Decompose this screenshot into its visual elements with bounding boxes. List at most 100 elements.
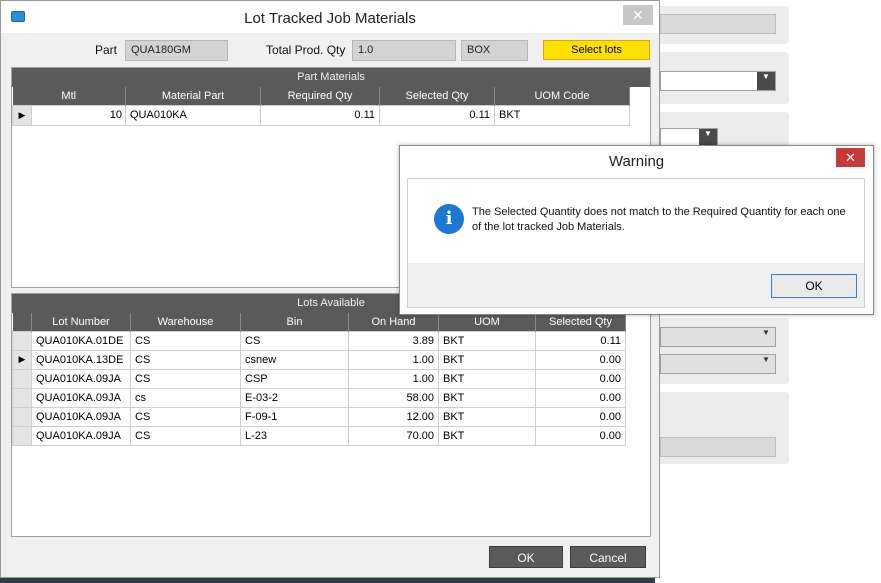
window-title: Lot Tracked Job Materials — [244, 10, 416, 27]
row-indicator-icon[interactable]: ▶ — [12, 349, 32, 370]
material-part-cell[interactable]: QUA010KA — [125, 104, 261, 126]
selected-qty-cell[interactable]: 0.11 — [379, 104, 495, 126]
column-header[interactable]: Selected Qty — [535, 313, 626, 331]
warehouse-cell[interactable]: CS — [130, 368, 241, 389]
bin-cell[interactable]: L-23 — [240, 425, 349, 446]
selected-qty-cell[interactable]: 0.00 — [535, 349, 626, 370]
table-row[interactable]: QUA010KA.01DE CS CS 3.89 BKT 0.11 — [12, 330, 626, 351]
warning-message: The Selected Quantity does not match to … — [472, 206, 846, 233]
info-icon: i — [434, 204, 464, 234]
on-hand-cell[interactable]: 1.00 — [348, 349, 439, 370]
bin-cell[interactable]: F-09-1 — [240, 406, 349, 427]
on-hand-cell[interactable]: 3.89 — [348, 330, 439, 351]
background-dropdown[interactable]: ▼ — [660, 354, 776, 374]
warning-titlebar[interactable]: Warning ✕ — [400, 146, 873, 176]
background-dropdown[interactable]: ▼ — [660, 71, 776, 91]
warning-body: i The Selected Quantity does not match t… — [407, 178, 865, 308]
select-lots-button[interactable]: Select lots — [543, 40, 650, 60]
row-indicator-icon[interactable] — [12, 368, 32, 389]
row-indicator-icon[interactable] — [12, 406, 32, 427]
selected-qty-cell[interactable]: 0.00 — [535, 368, 626, 389]
lot-number-cell[interactable]: QUA010KA.09JA — [31, 425, 131, 446]
warehouse-cell[interactable]: CS — [130, 425, 241, 446]
column-header[interactable]: Lot Number — [31, 313, 131, 331]
background-dropdown[interactable]: ▼ — [660, 128, 718, 146]
chevron-down-icon: ▼ — [762, 355, 770, 364]
selected-qty-cell[interactable]: 0.00 — [535, 387, 626, 408]
lot-number-cell[interactable]: QUA010KA.09JA — [31, 368, 131, 389]
column-header[interactable]: Bin — [240, 313, 349, 331]
lot-number-cell[interactable]: QUA010KA.09JA — [31, 406, 131, 427]
window-titlebar[interactable]: Lot Tracked Job Materials ✕ — [1, 1, 659, 33]
part-field: QUA180GM — [125, 40, 228, 61]
row-indicator-icon[interactable] — [12, 330, 32, 351]
warning-title: Warning — [608, 153, 665, 170]
row-cell-mtl[interactable]: ▶ 10 — [12, 104, 126, 126]
table-row[interactable]: ▶ QUA010KA.13DE CS csnew 1.00 BKT 0.00 — [12, 349, 626, 370]
table-row[interactable]: QUA010KA.09JA CS L-23 70.00 BKT 0.00 — [12, 425, 626, 446]
chevron-down-icon: ▼ — [699, 129, 717, 145]
background-field — [660, 437, 776, 457]
uom-code-cell[interactable]: BKT — [494, 104, 630, 126]
selected-qty-cell[interactable]: 0.00 — [535, 425, 626, 446]
column-header[interactable]: Material Part — [125, 87, 261, 105]
bin-cell[interactable]: csnew — [240, 349, 349, 370]
close-icon[interactable]: ✕ — [836, 148, 865, 167]
table-row[interactable]: QUA010KA.09JA CS F-09-1 12.00 BKT 0.00 — [12, 406, 626, 427]
chevron-down-icon: ▼ — [762, 328, 770, 337]
table-row[interactable]: ▶ 10 QUA010KA 0.11 0.11 BKT — [12, 104, 630, 126]
lot-number-cell[interactable]: QUA010KA.09JA — [31, 387, 131, 408]
part-materials-caption: Part Materials — [12, 68, 650, 87]
selected-qty-cell[interactable]: 0.11 — [535, 330, 626, 351]
uom-cell[interactable]: BKT — [438, 406, 536, 427]
column-header[interactable]: UOM Code — [494, 87, 630, 105]
cancel-button[interactable]: Cancel — [570, 546, 646, 568]
table-row[interactable]: QUA010KA.09JA CS CSP 1.00 BKT 0.00 — [12, 368, 626, 389]
uom-cell[interactable]: BKT — [438, 387, 536, 408]
on-hand-cell[interactable]: 58.00 — [348, 387, 439, 408]
part-materials-table: Mtl Material Part Required Qty Selected … — [12, 87, 630, 126]
warehouse-cell[interactable]: CS — [130, 349, 241, 370]
lot-number-cell[interactable]: QUA010KA.13DE — [31, 349, 131, 370]
chevron-down-icon: ▼ — [757, 72, 775, 90]
column-header[interactable]: Mtl — [12, 87, 126, 105]
selected-qty-cell[interactable]: 0.00 — [535, 406, 626, 427]
warning-dialog: Warning ✕ i The Selected Quantity does n… — [399, 145, 874, 315]
part-label: Part — [95, 43, 118, 57]
warning-ok-button[interactable]: OK — [771, 274, 857, 298]
column-header[interactable]: Selected Qty — [379, 87, 495, 105]
column-header[interactable]: On Hand — [348, 313, 439, 331]
bin-cell[interactable]: CS — [240, 330, 349, 351]
total-prod-qty-label: Total Prod. Qty — [266, 43, 346, 57]
warehouse-cell[interactable]: CS — [130, 406, 241, 427]
on-hand-cell[interactable]: 12.00 — [348, 406, 439, 427]
uom-field: BOX — [461, 40, 528, 61]
mtl-value: 10 — [109, 108, 122, 121]
lot-number-cell[interactable]: QUA010KA.01DE — [31, 330, 131, 351]
bin-cell[interactable]: CSP — [240, 368, 349, 389]
close-icon[interactable]: ✕ — [623, 5, 653, 25]
lots-available-grid: Lots Available Lot Number Warehouse Bin … — [11, 293, 651, 537]
background-dropdown[interactable]: ▼ — [660, 327, 776, 347]
on-hand-cell[interactable]: 1.00 — [348, 368, 439, 389]
uom-cell[interactable]: BKT — [438, 349, 536, 370]
column-header[interactable]: UOM — [438, 313, 536, 331]
warehouse-cell[interactable]: CS — [130, 330, 241, 351]
background-field — [660, 14, 776, 34]
table-header-row: Mtl Material Part Required Qty Selected … — [12, 87, 630, 105]
ok-button[interactable]: OK — [489, 546, 563, 568]
warehouse-cell[interactable]: cs — [130, 387, 241, 408]
warning-message-area: i The Selected Quantity does not match t… — [408, 179, 864, 263]
bin-cell[interactable]: E-03-2 — [240, 387, 349, 408]
uom-cell[interactable]: BKT — [438, 368, 536, 389]
row-indicator-icon[interactable] — [12, 425, 32, 446]
table-row[interactable]: QUA010KA.09JA cs E-03-2 58.00 BKT 0.00 — [12, 387, 626, 408]
row-indicator-icon[interactable] — [12, 387, 32, 408]
on-hand-cell[interactable]: 70.00 — [348, 425, 439, 446]
uom-cell[interactable]: BKT — [438, 425, 536, 446]
column-header[interactable]: Warehouse — [130, 313, 241, 331]
table-header-row: Lot Number Warehouse Bin On Hand UOM Sel… — [12, 313, 626, 331]
uom-cell[interactable]: BKT — [438, 330, 536, 351]
required-qty-cell[interactable]: 0.11 — [260, 104, 380, 126]
column-header[interactable]: Required Qty — [260, 87, 380, 105]
